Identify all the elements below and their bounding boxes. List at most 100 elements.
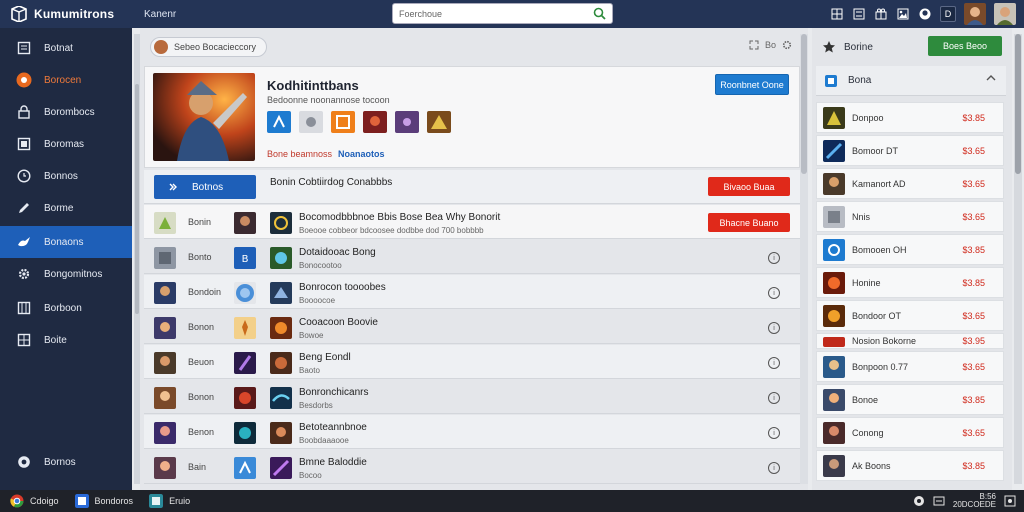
clock[interactable]: B:56 20DCOEDE [953, 493, 996, 509]
table-row[interactable]: Bonto B Dotaidooac Bong Bonocootoo i [144, 240, 800, 274]
scrollbar-thumb[interactable] [135, 84, 139, 314]
table-row[interactable]: Beuon Beng Eondl Baoto i [144, 345, 800, 379]
sidebar-item-borme[interactable]: Borme [0, 192, 132, 224]
info-icon[interactable]: i [768, 322, 780, 334]
main-scrollbar[interactable] [800, 34, 808, 484]
github-icon[interactable] [918, 7, 932, 21]
list-item[interactable]: Bomoor DT $3.65 [816, 135, 1004, 166]
table-row[interactable]: Botnos Bonin Cobtiirdog Conabbbs Bivaoo … [144, 170, 800, 204]
system-tray: B:56 20DCOEDE [913, 493, 1016, 509]
search-box[interactable]: Foerchoue [392, 3, 613, 24]
list-item[interactable]: Donpoo $3.85 [816, 102, 1004, 133]
sidebar-item-boite[interactable]: Boite [0, 324, 132, 356]
table-row[interactable]: Bondoin Bonrocon toooobes Boooocoe i [144, 275, 800, 309]
settings-icon [16, 454, 32, 470]
list-item[interactable]: Kamanort AD $3.65 [816, 168, 1004, 199]
search-icon[interactable] [593, 7, 606, 20]
item-name: Bomoor DT [852, 146, 899, 156]
sidebar-item-borboon[interactable]: Borboon [0, 292, 132, 324]
table-row[interactable]: Bain Bmne Baloddie Bocoo i [144, 450, 800, 484]
sidebar-item-borombocs[interactable]: Borombocs [0, 96, 132, 128]
thumbnail-1[interactable] [267, 111, 291, 133]
list-item[interactable]: Conong $3.65 [816, 417, 1004, 448]
info-icon[interactable]: i [768, 287, 780, 299]
row-title: Betoteannbnoe [299, 422, 367, 433]
list-item[interactable]: Bomooen OH $3.85 [816, 234, 1004, 265]
expand-icon[interactable] [749, 40, 759, 50]
scrollbar-thumb[interactable] [1015, 34, 1021, 174]
featured-action-button[interactable]: Roonbnet Oone [715, 74, 789, 95]
chevron-up-icon[interactable] [986, 74, 996, 82]
thumbnail-6[interactable] [427, 111, 451, 133]
scrollbar-thumb[interactable] [801, 34, 807, 174]
volume-icon[interactable] [933, 495, 945, 507]
category-button[interactable]: Botnos [154, 175, 256, 199]
bird-icon [16, 234, 32, 250]
table-row[interactable]: Bonon Bonronchicanrs Besdorbs i [144, 380, 800, 414]
table-row[interactable]: Benon Betoteannbnoe Boobdaaaooe i [144, 415, 800, 449]
featured-meta-link[interactable]: Noanaotos [338, 149, 385, 159]
sidebar-item-boromas[interactable]: Boromas [0, 128, 132, 160]
sidebar-item-bornos[interactable]: Bornos [0, 446, 132, 478]
right-panel-title: Borine [844, 41, 873, 53]
row-avatar [234, 212, 256, 234]
thumbnail-5[interactable] [395, 111, 419, 133]
grid-icon[interactable] [830, 7, 844, 21]
row-avatar: B [234, 247, 256, 269]
item-icon [823, 107, 845, 129]
table-row[interactable]: Bonon Cooacoon Boovie Bowoe i [144, 310, 800, 344]
info-icon[interactable]: i [768, 427, 780, 439]
taskbar-item[interactable]: Cdoigo [10, 494, 59, 508]
sidebar: Botnat Borocen Borombocs Boromas Bonnos … [0, 28, 132, 490]
list-icon[interactable] [852, 7, 866, 21]
thumbnail-2[interactable] [299, 111, 323, 133]
gift-icon[interactable] [874, 7, 888, 21]
info-icon[interactable]: i [768, 357, 780, 369]
sidebar-item-bonaons[interactable]: Bonaons [0, 226, 132, 258]
notification-icon[interactable] [1004, 495, 1016, 507]
user-icon[interactable]: D [940, 6, 956, 22]
top-nav-link[interactable]: Kanenr [144, 9, 176, 20]
list-item[interactable]: Bondoor OT $3.65 [816, 300, 1004, 331]
sidebar-item-label: Borombocs [44, 106, 95, 118]
sidebar-item-botnat[interactable]: Botnat [0, 32, 132, 64]
info-icon[interactable]: i [768, 392, 780, 404]
row-subtitle: Baoto [299, 366, 320, 375]
image-icon[interactable] [896, 7, 910, 21]
row-action-button[interactable]: Bhacne Buano [708, 213, 790, 232]
sidebar-item-bonnos[interactable]: Bonnos [0, 160, 132, 192]
list-item[interactable]: Bonoe $3.85 [816, 384, 1004, 415]
store-selector[interactable]: Sebeo Bocacieccory [150, 37, 268, 57]
taskbar-item[interactable]: Eruio [149, 494, 190, 508]
thumbnail-4[interactable] [363, 111, 387, 133]
row-name: Bonon [188, 322, 215, 332]
right-panel-button[interactable]: Boes Beoo [928, 36, 1002, 56]
list-item[interactable]: Nosion Bokorne $3.95 [816, 333, 1004, 349]
item-price: $3.65 [962, 212, 985, 222]
taskbar-item[interactable]: Bondoros [74, 494, 133, 508]
table-row[interactable]: Bonin Bocomodbbbnoe Bbis Bose Bea Why Bo… [144, 205, 800, 239]
gear-icon[interactable] [782, 40, 792, 50]
thumbnail-3[interactable] [331, 111, 355, 133]
search-input[interactable]: Foerchoue [399, 9, 593, 19]
avatar-secondary[interactable] [994, 3, 1016, 25]
row-title: Beng Eondl [299, 352, 351, 363]
sidebar-item-bongomitnos[interactable]: Bongomitnos [0, 258, 132, 290]
header-tools-label[interactable]: Bo [765, 40, 776, 50]
right-panel-subheader[interactable]: Bona [816, 66, 1006, 96]
right-scrollbar[interactable] [1014, 34, 1022, 484]
list-item[interactable]: Honine $3.85 [816, 267, 1004, 298]
brand[interactable]: Kumumitrons [0, 6, 136, 22]
avatar[interactable] [964, 3, 986, 25]
row-thumbnail [154, 282, 176, 304]
top-bar: Kumumitrons Kanenr Foerchoue D [0, 0, 1024, 28]
network-icon[interactable] [913, 495, 925, 507]
info-icon[interactable]: i [768, 462, 780, 474]
info-icon[interactable]: i [768, 252, 780, 264]
list-item[interactable]: Nnis $3.65 [816, 201, 1004, 232]
list-item[interactable]: Ak Boons $3.85 [816, 450, 1004, 481]
row-action-button[interactable]: Bivaoo Buaa [708, 177, 790, 196]
item-icon [823, 337, 845, 347]
sidebar-item-borocen[interactable]: Borocen [0, 64, 132, 96]
list-item[interactable]: Bonpoon 0.77 $3.65 [816, 351, 1004, 382]
